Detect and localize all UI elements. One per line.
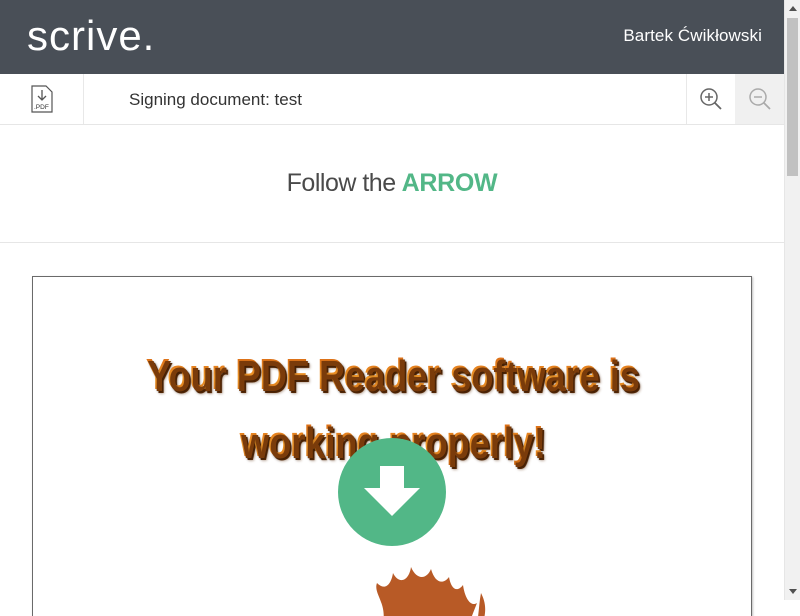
download-pdf-button[interactable]: .PDF (0, 74, 84, 124)
document-toolbar: .PDF Signing document: test (0, 74, 784, 125)
pdf-download-icon: .PDF (30, 85, 53, 113)
top-header: scrive. Bartek Ćwikłowski (0, 0, 784, 74)
scrive-logo-graphic: scrive. (27, 12, 155, 59)
pdf-heading-line-1: Your PDF Reader software is (98, 350, 687, 400)
scrollbar-thumb[interactable] (787, 18, 798, 176)
banner-highlight: ARROW (401, 169, 498, 197)
document-title: Signing document: test (129, 90, 302, 109)
logo-text: scrive. (27, 14, 155, 58)
arrow-down-icon (364, 466, 420, 516)
banner-prefix: Follow the (286, 169, 396, 197)
scroll-up-arrow-icon[interactable] (785, 0, 800, 16)
scrive-logo[interactable]: scrive. (27, 12, 187, 59)
document-viewer[interactable]: Your PDF Reader software is working prop… (0, 244, 784, 616)
zoom-in-button[interactable] (686, 74, 735, 124)
pdf-label: .PDF (34, 104, 49, 111)
vertical-scrollbar[interactable] (784, 0, 800, 600)
zoom-out-button[interactable] (735, 74, 784, 124)
zoom-in-icon (700, 88, 722, 110)
user-name[interactable]: Bartek Ćwikłowski (623, 26, 762, 46)
follow-arrow-banner: Follow the ARROW (0, 125, 784, 243)
next-step-arrow-button[interactable] (338, 438, 446, 546)
zoom-out-icon (748, 88, 771, 110)
scroll-down-arrow-icon[interactable] (785, 584, 800, 600)
flame-illustration (376, 567, 486, 616)
